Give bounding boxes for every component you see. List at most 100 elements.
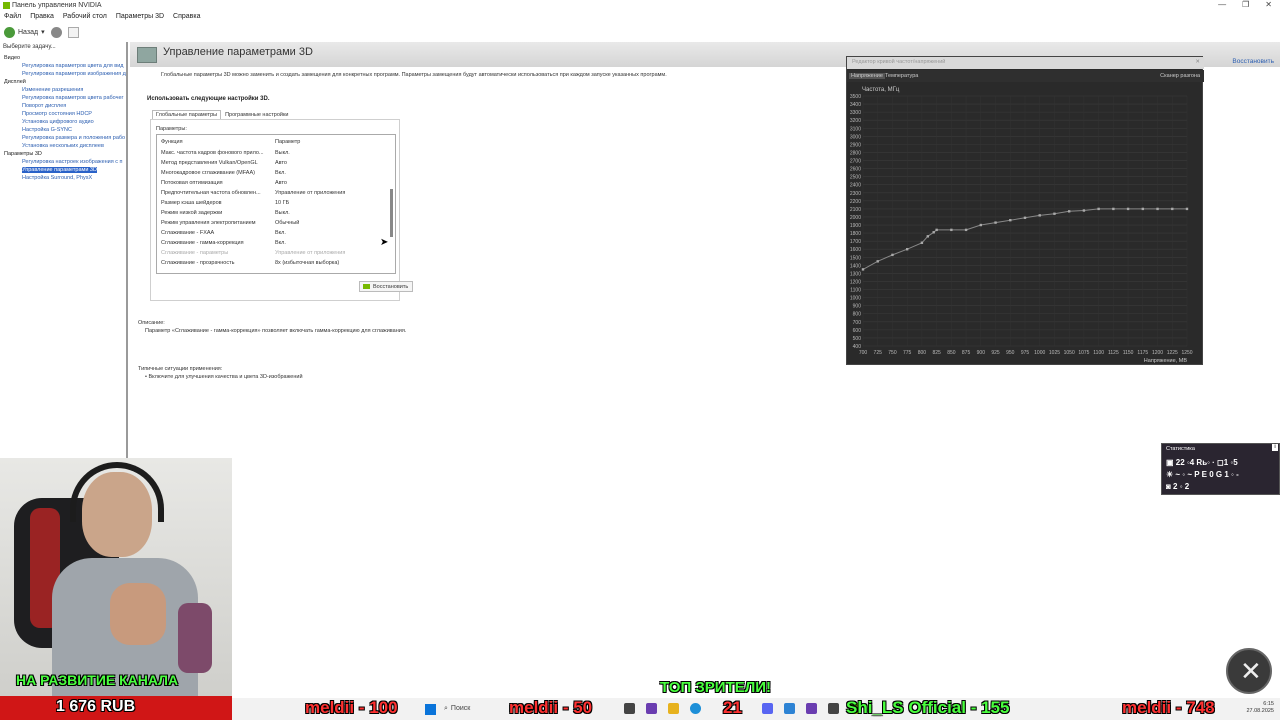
edge-icon[interactable] (690, 703, 701, 714)
setting-row[interactable]: Сглаживание - гамма-коррекция Вкл. (157, 238, 385, 248)
curve-point[interactable] (920, 241, 924, 244)
setting-row[interactable]: Потоковая оптимизация Авто (157, 178, 385, 188)
curve-point[interactable] (1141, 207, 1145, 211)
curve-point[interactable] (891, 253, 894, 257)
setting-value[interactable]: Управление от приложения (275, 250, 345, 256)
setting-row[interactable]: Сглаживание - параметры Управление от при… (157, 248, 385, 258)
curve-point[interactable] (950, 228, 953, 232)
curve-point[interactable] (964, 228, 968, 232)
setting-value[interactable]: Выкл. (275, 210, 290, 216)
setting-row[interactable]: Режим низкой задержки Выкл. (157, 208, 385, 218)
tree-item[interactable]: Настройка G-SYNC (4, 126, 128, 134)
curve-point[interactable] (1185, 207, 1189, 211)
scrollbar-thumb[interactable] (390, 189, 393, 237)
discord-icon[interactable] (762, 703, 773, 714)
setting-row[interactable]: Режим управления электропитанием Обычный (157, 218, 385, 228)
restore-defaults-link[interactable]: Восстановить (1232, 58, 1274, 65)
curve-point[interactable] (1156, 207, 1159, 211)
setting-value[interactable]: Вкл. (275, 240, 286, 246)
setting-row[interactable]: Сглаживание - прозрачность 8x (избыточная… (157, 258, 385, 268)
tree-item[interactable]: Регулировка настроек изображения с п (4, 158, 128, 166)
tree-item[interactable]: Регулировка параметров изображения д (4, 70, 128, 78)
curve-point[interactable] (1082, 209, 1086, 212)
setting-row[interactable]: Многокадровое сглаживание (MFAA) Вкл. (157, 168, 385, 178)
tree-category-video[interactable]: Видео (4, 54, 128, 62)
y-tick-label: 700 (853, 320, 862, 326)
curve-point[interactable] (1038, 214, 1041, 217)
menu-edit[interactable]: Правка (30, 13, 54, 20)
curve-point[interactable] (932, 231, 935, 234)
taskbar-app-icon[interactable] (806, 703, 817, 714)
curve-point[interactable] (935, 228, 938, 232)
curve-point[interactable] (905, 248, 909, 251)
menu-help[interactable]: Справка (173, 13, 200, 20)
tab-temperature[interactable]: Температура (885, 73, 918, 79)
tree-item[interactable]: Настройка Surround, PhysX (4, 174, 128, 182)
curve-point[interactable] (861, 268, 865, 271)
setting-value[interactable]: Обычный (275, 220, 299, 226)
curve-point[interactable] (876, 260, 879, 263)
menu-file[interactable]: Файл (4, 13, 21, 20)
curve-point[interactable] (1126, 207, 1130, 211)
setting-value[interactable]: Выкл. (275, 150, 290, 156)
taskbar-search[interactable]: ⌕ Поиск (444, 701, 504, 716)
curve-point[interactable] (1112, 207, 1115, 211)
folder-icon[interactable] (668, 703, 679, 714)
curve-point[interactable] (1067, 210, 1071, 213)
taskbar-app-icon[interactable] (624, 703, 635, 714)
curve-point[interactable] (979, 223, 983, 227)
curve-point[interactable] (1053, 212, 1056, 215)
tree-item[interactable]: Установка нескольких дисплеев (4, 142, 128, 150)
tree-item[interactable]: Поворот дисплея (4, 102, 128, 110)
setting-value[interactable]: Авто (275, 180, 287, 186)
back-dropdown-icon[interactable]: ▾ (41, 28, 45, 36)
setting-row[interactable]: Макс. частота кадров фонового прило... Вы… (157, 148, 385, 158)
setting-value[interactable]: Управление от приложения (275, 190, 345, 196)
setting-row[interactable]: Сглаживание - FXAA Вкл. (157, 228, 385, 238)
tree-category-3d[interactable]: Параметры 3D (4, 150, 128, 158)
setting-row[interactable]: Размер кэша шейдеров 10 ГБ (157, 198, 385, 208)
tree-item-manage-3d[interactable]: Управление параметрами 3D (22, 167, 97, 173)
maximize-button[interactable]: ❐ (1242, 0, 1249, 9)
setting-value[interactable]: Вкл. (275, 170, 286, 176)
info-icon[interactable]: i (1272, 444, 1278, 451)
close-button[interactable]: ✕ (1265, 0, 1272, 9)
tree-item[interactable]: Регулировка параметров цвета для вид (4, 62, 128, 70)
curve-point[interactable] (994, 221, 997, 224)
minimize-button[interactable]: — (1218, 0, 1226, 9)
menu-desktop[interactable]: Рабочий стол (63, 13, 107, 20)
tab-voltage[interactable]: Напряжение (849, 73, 885, 79)
setting-row[interactable]: Предпочтительная частота обновлен... Упра… (157, 188, 385, 198)
vf-curve-chart[interactable]: Частота, МГц Напряжение, МВ 3500 3400 3300… (847, 82, 1204, 365)
terminal-icon[interactable] (828, 703, 839, 714)
tree-item[interactable]: Регулировка размера и положения рабо (4, 134, 128, 142)
oc-scanner-button[interactable]: Сканер разгона (1160, 73, 1200, 79)
taskbar-app-icon[interactable] (646, 703, 657, 714)
tree-item[interactable]: Изменение разрешения (4, 86, 128, 94)
home-icon[interactable] (67, 26, 79, 38)
settings-list[interactable]: Функция Параметр Макс. частота кадров фо… (156, 134, 396, 274)
tree-item[interactable]: Установка цифрового аудио (4, 118, 128, 126)
tree-item[interactable]: Регулировка параметров цвета рабочег (4, 94, 128, 102)
curve-point[interactable] (1009, 218, 1012, 222)
restore-button[interactable]: Восстановить (359, 281, 413, 292)
curve-editor-window[interactable]: Редактор кривой частот/напряжений ✕ Напр… (846, 56, 1204, 365)
setting-value[interactable]: Вкл. (275, 230, 286, 236)
tree-item[interactable]: Просмотр состояния HDCP (4, 110, 128, 118)
curve-point[interactable] (926, 235, 929, 238)
curve-point[interactable] (1023, 216, 1027, 219)
setting-row[interactable]: Метод представления Vulkan/OpenGL Авто (157, 158, 385, 168)
telegram-icon[interactable] (784, 703, 795, 714)
tree-category-display[interactable]: Дисплей (4, 78, 128, 86)
curve-point[interactable] (1171, 207, 1174, 211)
setting-value[interactable]: 8x (избыточная выборка) (275, 260, 339, 266)
close-icon[interactable]: ✕ (1195, 59, 1200, 65)
forward-button[interactable] (50, 26, 62, 38)
back-button[interactable]: Назад ▾ (4, 26, 45, 38)
list-scrollbar[interactable] (389, 137, 394, 272)
windows-start-icon[interactable] (425, 704, 436, 715)
menu-3d-settings[interactable]: Параметры 3D (116, 13, 164, 20)
setting-value[interactable]: Авто (275, 160, 287, 166)
curve-point[interactable] (1097, 207, 1100, 211)
setting-value[interactable]: 10 ГБ (275, 200, 289, 206)
